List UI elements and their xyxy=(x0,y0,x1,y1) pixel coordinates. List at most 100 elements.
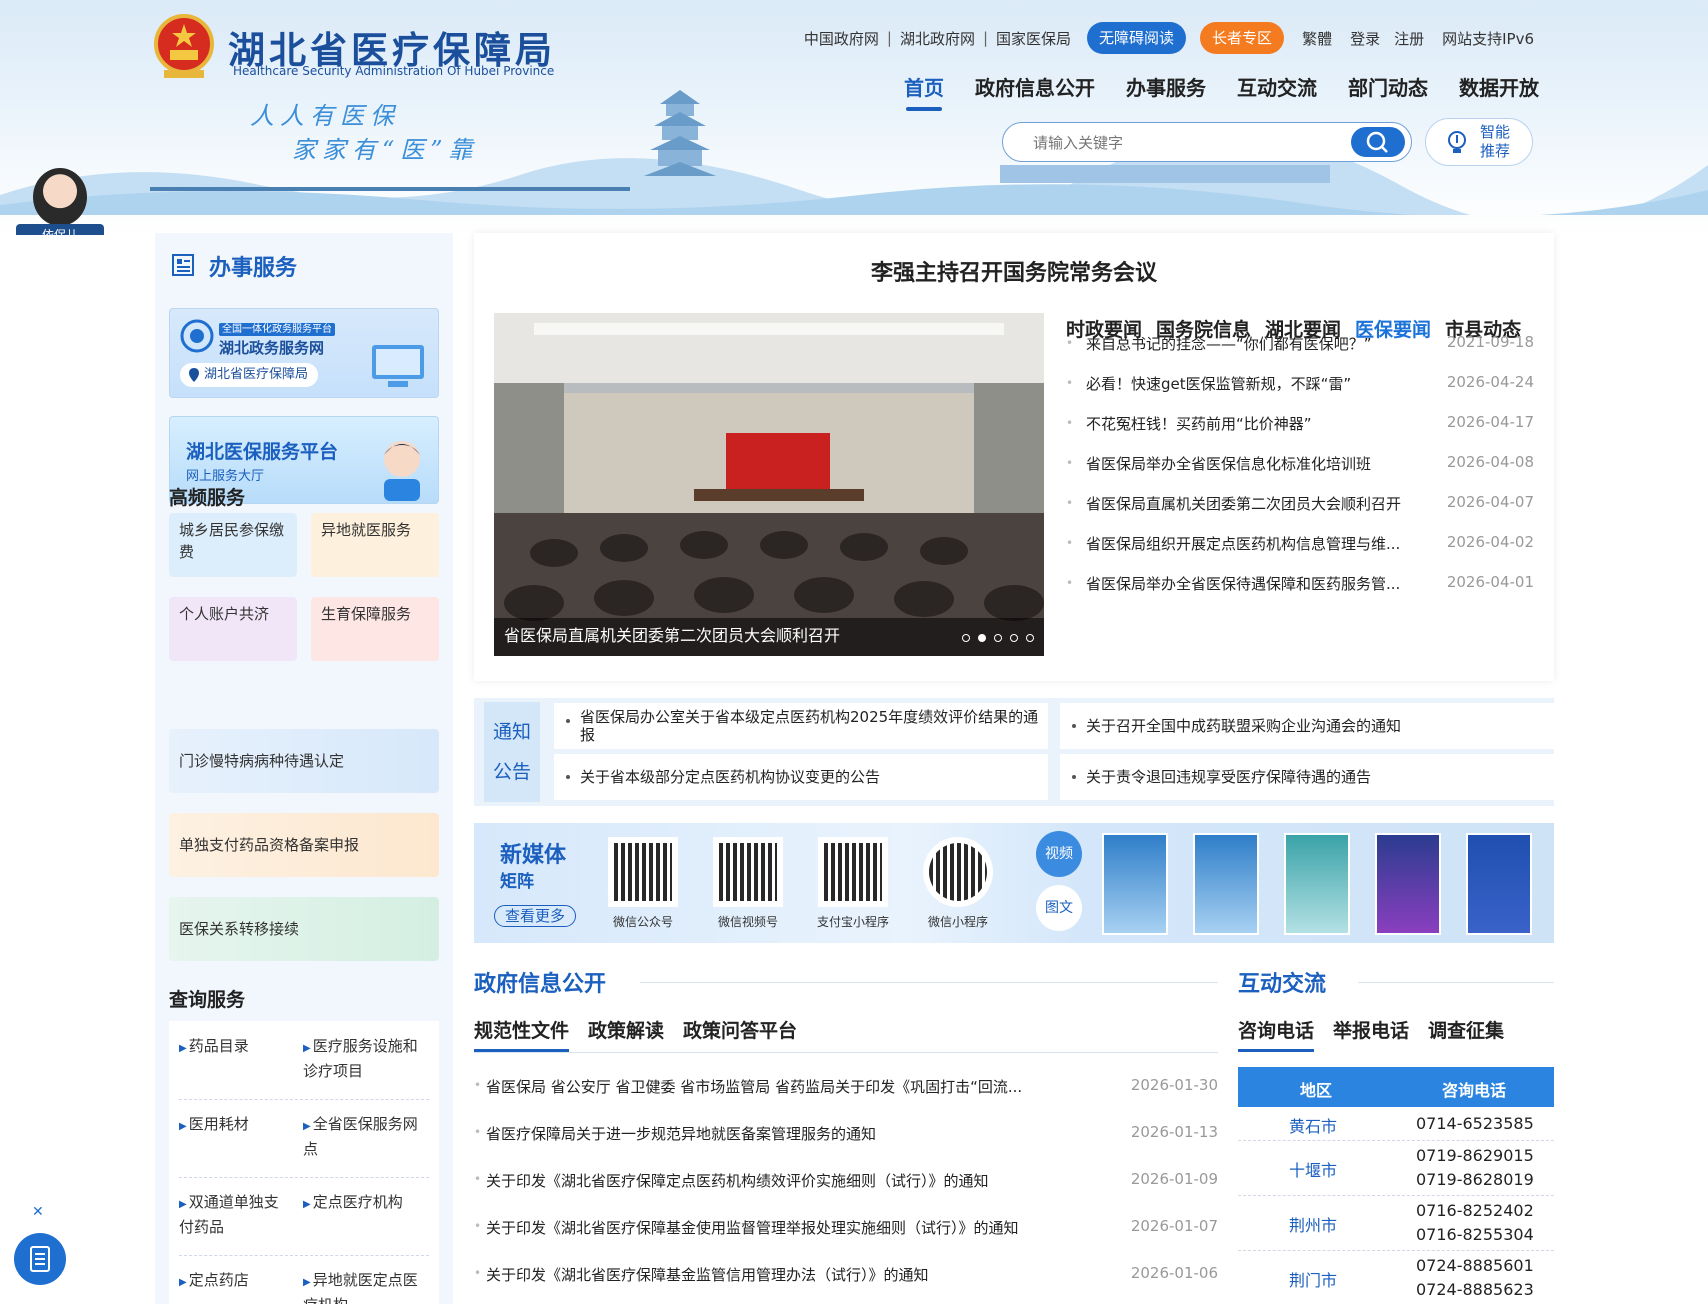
notice-label: 通知 公告 xyxy=(484,702,540,802)
link-nhsa[interactable]: 国家医保局 xyxy=(996,28,1071,49)
tile-maternity[interactable]: 生育保障服务 xyxy=(311,597,439,661)
notice-item[interactable]: 关于召开全国中成药联盟采购企业沟通会的通知 xyxy=(1060,703,1554,749)
doc-row[interactable]: • 省医保局 省公安厅 省卫健委 省市场监管局 省药监局关于印发《巩固打击“回流.… xyxy=(474,1076,1218,1100)
tab-policy-interpretation[interactable]: 政策解读 xyxy=(588,1016,664,1043)
query-designated-hospitals[interactable]: 定点医疗机构 xyxy=(303,1191,429,1216)
news-row[interactable]: • 省医保局举办全省医保信息化标准化培训班 2026-04-08 xyxy=(1066,453,1534,477)
query-drug-catalog[interactable]: 药品目录 xyxy=(179,1035,289,1060)
main-nav: 首页 政府信息公开 办事服务 互动交流 部门动态 数据开放 xyxy=(904,72,1539,111)
tab-policy-qa[interactable]: 政策问答平台 xyxy=(683,1016,797,1043)
search-button[interactable] xyxy=(1351,127,1405,157)
link-gov-cn[interactable]: 中国政府网 xyxy=(804,28,879,49)
slide-dot[interactable] xyxy=(1010,634,1018,642)
video-thumbnail[interactable] xyxy=(1466,833,1532,935)
slide-dot[interactable] xyxy=(994,634,1002,642)
accessibility-button[interactable]: 无障碍阅读 xyxy=(1087,22,1187,54)
notice-item[interactable]: 关于省本级部分定点医药机构协议变更的公告 xyxy=(554,754,1048,800)
phone-city[interactable]: 黄石市 xyxy=(1238,1113,1388,1137)
phone-number: 0719-8628019 xyxy=(1416,1170,1534,1189)
graphic-tab[interactable]: 图文 xyxy=(1036,885,1082,931)
elder-zone-button[interactable]: 长者专区 xyxy=(1200,22,1285,54)
phone-city[interactable]: 十堰市 xyxy=(1238,1157,1388,1181)
traditional-chinese-link[interactable]: 繁體 xyxy=(1302,28,1332,49)
smart-recommend-button[interactable]: 智能推荐 xyxy=(1425,118,1533,166)
news-row[interactable]: • 省医保局举办全省医保待遇保障和医药服务管... 2026-04-01 xyxy=(1066,573,1534,597)
nav-open-data[interactable]: 数据开放 xyxy=(1459,72,1539,109)
link-hubei-gov[interactable]: 湖北政府网 xyxy=(900,28,975,49)
query-service-points[interactable]: 全省医保服务网点 xyxy=(303,1113,429,1160)
query-designated-pharmacies[interactable]: 定点药店 xyxy=(179,1269,289,1294)
phone-row: 十堰市 0719-8629015 0719-8628019 xyxy=(1238,1141,1554,1196)
news-row[interactable]: • 省医保局直属机关团委第二次团员大会顺利召开 2026-04-07 xyxy=(1066,493,1534,517)
item-transfer[interactable]: 医保关系转移接续 xyxy=(169,897,439,961)
tile-resident-insurance[interactable]: 城乡居民参保缴费 xyxy=(169,513,297,577)
mascot-icon xyxy=(384,441,420,501)
tab-survey[interactable]: 调查征集 xyxy=(1428,1016,1504,1043)
phone-city[interactable]: 荆州市 xyxy=(1238,1212,1388,1236)
divider xyxy=(179,1255,429,1256)
tile-remote-medical[interactable]: 异地就医服务 xyxy=(311,513,439,577)
phone-city[interactable]: 荆门市 xyxy=(1238,1267,1388,1291)
col-phone: 咨询电话 xyxy=(1442,1081,1507,1100)
view-more-button[interactable]: 查看更多 xyxy=(494,905,576,927)
item-drug-filing[interactable]: 单独支付药品资格备案申报 xyxy=(169,813,439,877)
query-service-facilities[interactable]: 医疗服务设施和诊疗项目 xyxy=(303,1035,429,1082)
nav-services[interactable]: 办事服务 xyxy=(1126,72,1206,109)
news-row[interactable]: • 必看！快速get医保监管新规，不踩“雷” 2026-04-24 xyxy=(1066,373,1534,397)
news-row[interactable]: • 来自总书记的挂念——“你们都有医保吧？” 2021-09-18 xyxy=(1066,333,1534,357)
tab-consult-phone[interactable]: 咨询电话 xyxy=(1238,1016,1315,1052)
gov-service-card[interactable]: 全国一体化政务服务平台 湖北政务服务网 湖北省医疗保障局 xyxy=(169,308,439,398)
qr-wechat-mini xyxy=(923,837,993,907)
floating-notes-button[interactable] xyxy=(14,1233,66,1285)
slide-dot[interactable] xyxy=(962,634,970,642)
gov-info-title[interactable]: 政府信息公开 xyxy=(474,966,606,998)
assistant-avatar[interactable]: 依保儿 xyxy=(16,168,104,235)
query-remote-hospitals[interactable]: 异地就医定点医疗机构 xyxy=(303,1269,429,1304)
nav-gov-info[interactable]: 政府信息公开 xyxy=(975,72,1095,109)
search-input[interactable] xyxy=(1033,131,1333,155)
notice-item[interactable]: 关于责令退回违规享受医疗保障待遇的通告 xyxy=(1060,754,1554,800)
doc-row[interactable]: • 省医疗保障局关于进一步规范异地就医备案管理服务的通知 2026-01-13 xyxy=(474,1123,1218,1147)
avatar xyxy=(33,168,87,226)
bullet: • xyxy=(474,1125,482,1139)
site-subtitle: Healthcare Security Administration Of Hu… xyxy=(233,64,555,78)
tab-normative-docs[interactable]: 规范性文件 xyxy=(474,1016,570,1052)
video-thumbnail[interactable] xyxy=(1193,833,1259,935)
news-row[interactable]: • 省医保局组织开展定点医药机构信息管理与维... 2026-04-02 xyxy=(1066,533,1534,557)
new-media-section: 新媒体 矩阵 查看更多 微信公众号 微信视频号 支付宝小程序 微信小程序 视频 … xyxy=(474,823,1554,943)
nav-dept-news[interactable]: 部门动态 xyxy=(1348,72,1428,109)
qr-code-icon xyxy=(929,843,987,901)
interact-title[interactable]: 互动交流 xyxy=(1238,966,1326,998)
nav-home[interactable]: 首页 xyxy=(904,72,944,111)
bullet: • xyxy=(1066,416,1074,430)
notice-item[interactable]: 省医保局办公室关于省本级定点医药机构2025年度绩效评价结果的通报 xyxy=(554,703,1048,749)
register-link[interactable]: 注册 xyxy=(1394,28,1424,49)
search-box xyxy=(1002,122,1412,162)
tile-personal-account[interactable]: 个人账户共济 xyxy=(169,597,297,661)
close-icon[interactable]: ✕ xyxy=(32,1204,44,1220)
doc-row[interactable]: • 关于印发《湖北省医疗保障定点医药机构绩效评价实施细则（试行）》的通知 2026-… xyxy=(474,1170,1218,1194)
slide-dot[interactable] xyxy=(1026,634,1034,642)
item-chronic-disease[interactable]: 门诊慢特病病种待遇认定 xyxy=(169,729,439,793)
bullet: • xyxy=(1066,536,1074,550)
news-row[interactable]: • 不花冤枉钱！买药前用“比价神器” 2026-04-17 xyxy=(1066,413,1534,437)
query-dual-channel-drugs[interactable]: 双通道单独支付药品 xyxy=(179,1191,289,1238)
headline[interactable]: 李强主持召开国务院常务会议 xyxy=(474,255,1554,287)
video-thumbnail[interactable] xyxy=(1284,833,1350,935)
nav-interaction[interactable]: 互动交流 xyxy=(1237,72,1317,109)
doc-date: 2026-01-09 xyxy=(1130,1170,1218,1188)
qr-wechat-video xyxy=(713,837,783,907)
video-thumbnail[interactable] xyxy=(1102,833,1168,935)
query-consumables[interactable]: 医用耗材 xyxy=(179,1113,289,1138)
doc-row[interactable]: • 关于印发《湖北省医疗保障基金使用监督管理举报处理实施细则（试行）》的通知 202… xyxy=(474,1217,1218,1241)
header-banner: 湖北省医疗保障局 Healthcare Security Administrat… xyxy=(0,0,1708,235)
doc-row[interactable]: • 关于印发《湖北省医疗保障基金监管信用管理办法（试行）》的通知 2026-01-0… xyxy=(474,1264,1218,1288)
news-slide[interactable]: 省医保局直属机关团委第二次团员大会顺利召开 xyxy=(494,313,1044,656)
login-link[interactable]: 登录 xyxy=(1350,28,1380,49)
bullet xyxy=(1072,775,1076,779)
slide-dot-active[interactable] xyxy=(978,634,986,642)
video-tab[interactable]: 视频 xyxy=(1036,831,1082,877)
tab-report-phone[interactable]: 举报电话 xyxy=(1333,1016,1409,1043)
bullet: • xyxy=(474,1078,482,1092)
video-thumbnail[interactable] xyxy=(1375,833,1441,935)
